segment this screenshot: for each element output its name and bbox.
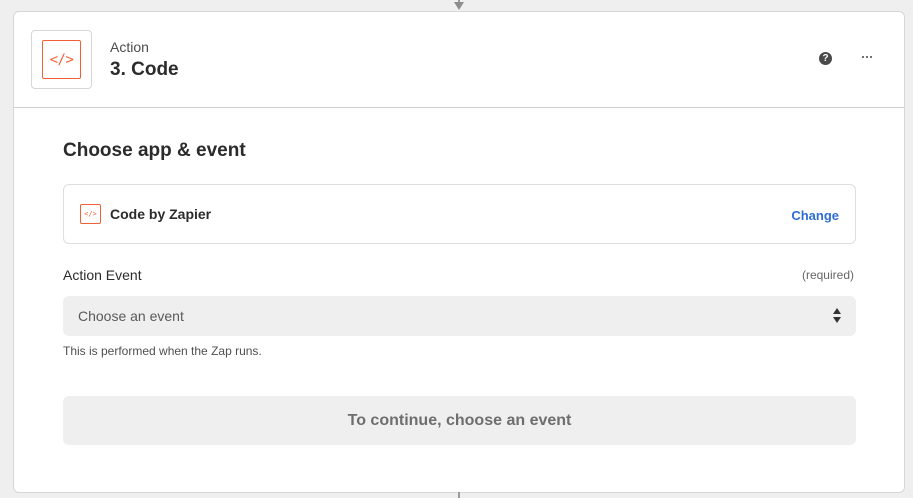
step-title: 3. Code [110, 59, 179, 80]
more-horizontal-icon[interactable] [860, 50, 874, 64]
action-event-label: Action Event [63, 267, 142, 283]
required-label: (required) [801, 268, 854, 282]
connector-arrow-icon [454, 2, 464, 10]
step-app-icon: </> [31, 30, 92, 89]
continue-button[interactable]: To continue, choose an event [63, 396, 856, 445]
selected-app-row: </> Code by Zapier Change [63, 184, 856, 244]
change-app-link[interactable]: Change [791, 208, 839, 223]
question-circle-icon[interactable]: ? [819, 52, 832, 65]
action-event-placeholder: Choose an event [78, 308, 184, 324]
section-title: Choose app & event [63, 140, 246, 161]
connector-line-bottom [458, 492, 460, 498]
action-event-helper: This is performed when the Zap runs. [63, 344, 262, 358]
action-step-card: </> Action 3. Code ? Choose app & event … [13, 11, 905, 493]
selected-app-name: Code by Zapier [110, 206, 212, 222]
step-header[interactable]: </> Action 3. Code ? [14, 12, 904, 108]
code-icon: </> [42, 40, 81, 79]
step-type-label: Action [110, 39, 149, 55]
action-event-select[interactable]: Choose an event [63, 296, 856, 336]
select-arrows-icon [833, 308, 841, 324]
code-icon: </> [80, 204, 101, 224]
